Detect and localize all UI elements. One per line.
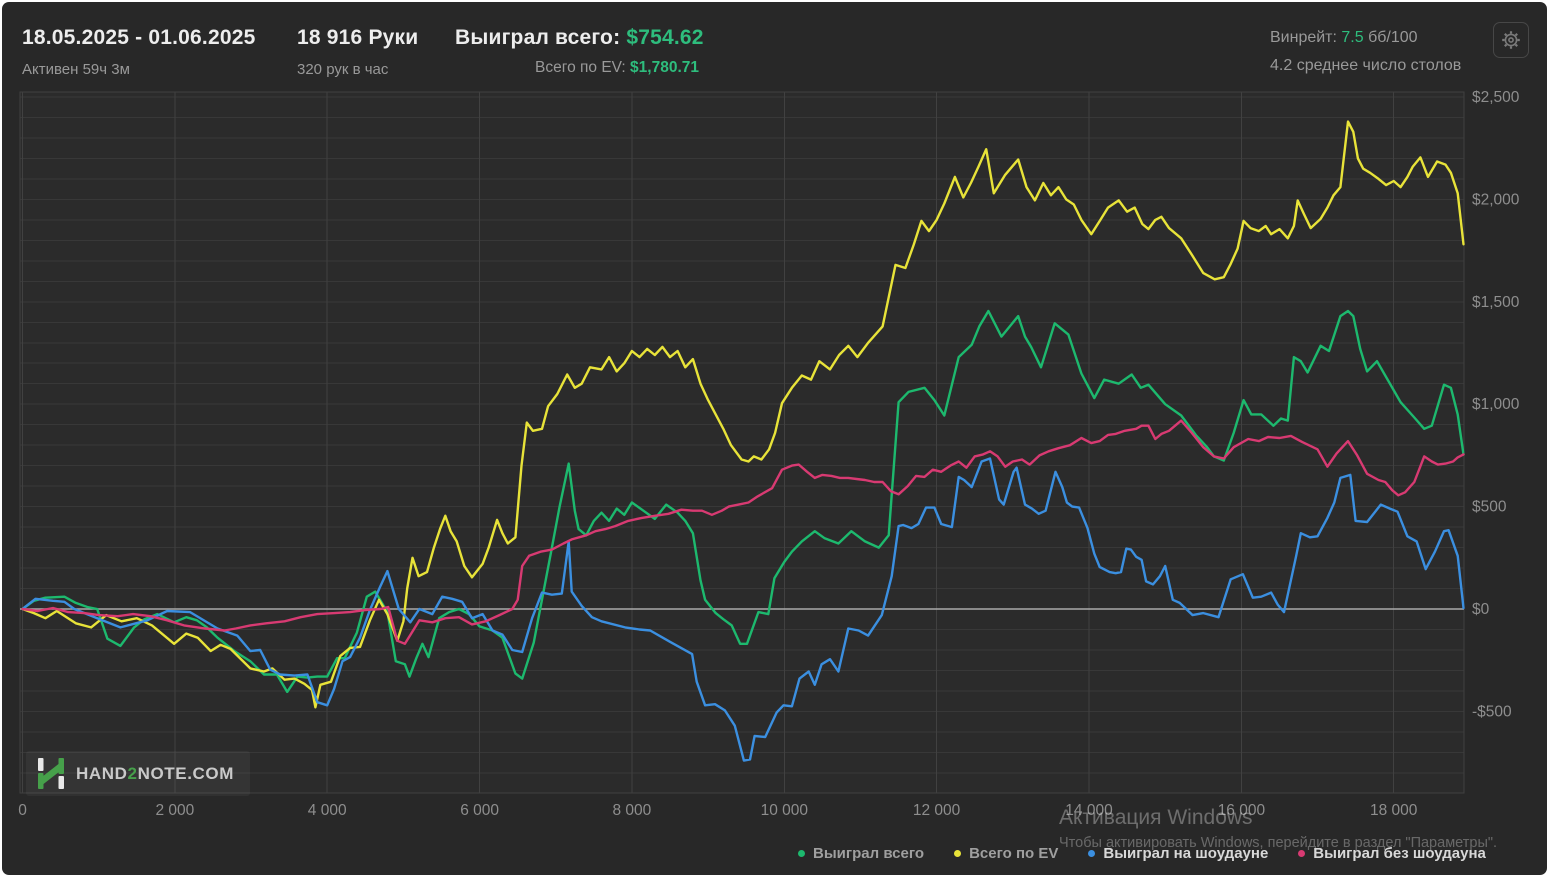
svg-text:2 000: 2 000 bbox=[156, 802, 195, 819]
legend-item-2[interactable]: Выиграл на шоудауне bbox=[1088, 845, 1268, 862]
svg-text:$2,500: $2,500 bbox=[1472, 89, 1520, 106]
svg-text:8 000: 8 000 bbox=[613, 802, 652, 819]
svg-text:4 000: 4 000 bbox=[308, 802, 347, 819]
results-chart[interactable]: $2,500 $2,000 $1,500 $1,000 $500 $0 -$500 0 2 00… bbox=[2, 2, 1547, 875]
legend-dot-icon bbox=[1088, 850, 1096, 857]
svg-text:$500: $500 bbox=[1472, 499, 1507, 516]
svg-text:6 000: 6 000 bbox=[460, 802, 499, 819]
hand2note-logo[interactable]: HAND2NOTE.COM bbox=[26, 751, 250, 796]
legend-item-1[interactable]: Всего по EV bbox=[954, 845, 1058, 862]
legend-dot-icon bbox=[798, 850, 805, 857]
svg-text:14 000: 14 000 bbox=[1065, 802, 1113, 819]
svg-text:18 000: 18 000 bbox=[1370, 802, 1418, 819]
plot-area[interactable] bbox=[20, 92, 1464, 793]
legend-dot-icon bbox=[1298, 850, 1306, 857]
svg-text:$0: $0 bbox=[1472, 601, 1490, 618]
legend-item-0[interactable]: Выиграл всего bbox=[798, 845, 924, 862]
svg-text:16 000: 16 000 bbox=[1218, 802, 1266, 819]
x-axis-labels: 0 2 000 4 000 6 000 8 000 10 000 12 000 14 000 1… bbox=[18, 802, 1418, 819]
svg-text:0: 0 bbox=[18, 802, 27, 819]
legend-label: Всего по EV bbox=[969, 845, 1059, 862]
hand2note-logo-icon bbox=[38, 758, 64, 789]
hand2note-logo-text: HAND2NOTE.COM bbox=[76, 763, 234, 783]
svg-text:12 000: 12 000 bbox=[913, 802, 961, 819]
legend-label: Выиграл на шоудауне bbox=[1103, 845, 1269, 862]
chart-legend: Выиграл всего Всего по EV Выиграл на шоуда… bbox=[798, 845, 1486, 862]
svg-text:$1,500: $1,500 bbox=[1472, 294, 1520, 311]
svg-text:-$500: -$500 bbox=[1472, 703, 1512, 720]
legend-label: Выиграл всего bbox=[813, 845, 925, 862]
legend-item-3[interactable]: Выиграл без шоудауна bbox=[1298, 845, 1486, 862]
y-axis-labels: $2,500 $2,000 $1,500 $1,000 $500 $0 -$500 bbox=[1472, 89, 1520, 720]
svg-text:$2,000: $2,000 bbox=[1472, 191, 1520, 208]
svg-text:10 000: 10 000 bbox=[761, 802, 809, 819]
legend-label: Выиграл без шоудауна bbox=[1313, 845, 1486, 862]
svg-text:$1,000: $1,000 bbox=[1472, 396, 1520, 413]
app-window: 18.05.2025 - 01.06.2025 Активен 59ч 3м 1… bbox=[2, 2, 1547, 875]
legend-dot-icon bbox=[954, 850, 962, 857]
